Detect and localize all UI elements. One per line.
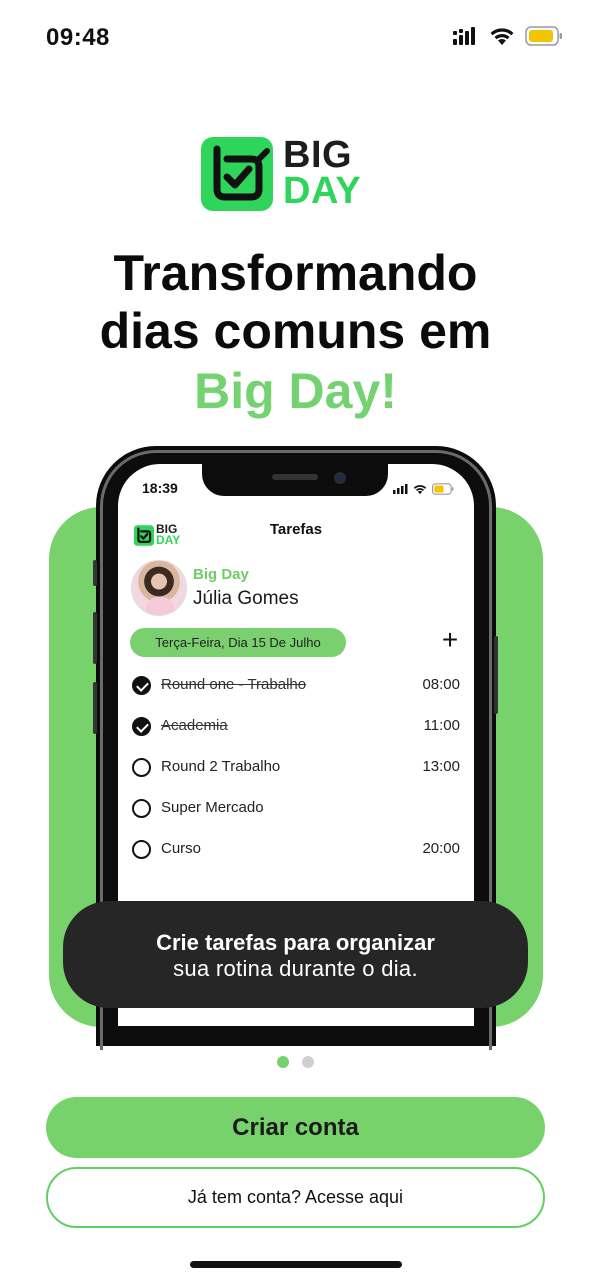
phone-side-button — [93, 682, 97, 734]
logo-text-day: DAY — [283, 170, 362, 212]
wifi-icon — [490, 27, 514, 45]
phone-side-button — [93, 560, 97, 586]
caption-line-2: sua rotina durante o dia. — [173, 956, 418, 981]
headline-line-1: Transformando — [113, 245, 478, 301]
preview-add-task-icon: + — [441, 624, 459, 655]
checked-circle-icon — [132, 717, 151, 736]
empty-circle-icon — [132, 758, 151, 777]
task-time: 11:00 — [423, 717, 460, 734]
preview-status-icons — [393, 483, 454, 495]
list-item: Curso 20:00 — [132, 838, 460, 862]
status-bar: 09:48 — [0, 0, 591, 76]
task-name: Round 2 Trabalho — [161, 758, 281, 775]
wifi-icon — [413, 484, 427, 494]
cellular-signal-icon — [453, 27, 475, 45]
status-icons — [453, 26, 563, 46]
pagination-dot[interactable] — [302, 1056, 314, 1068]
preview-status-time: 18:39 — [142, 480, 178, 496]
big-day-logo-mark-icon — [201, 137, 273, 211]
checked-circle-icon — [132, 676, 151, 695]
task-name: Academia — [161, 717, 228, 734]
empty-circle-icon — [132, 840, 151, 859]
headline: Transformando dias comuns em Big Day! — [0, 244, 591, 420]
big-day-logo: BIG DAY — [201, 134, 391, 213]
phone-side-button — [494, 636, 498, 714]
preview-app-name: Big Day — [193, 566, 249, 583]
task-name: Curso — [161, 840, 202, 857]
task-name: Round one - Trabalho — [161, 676, 307, 693]
task-name: Super Mercado — [161, 799, 264, 816]
onboarding-caption: Crie tarefas para organizar sua rotina d… — [63, 901, 528, 1008]
login-button[interactable]: Já tem conta? Acesse aqui — [46, 1167, 545, 1228]
caption-line-1: Crie tarefas para organizar — [156, 930, 435, 955]
headline-line-2: dias comuns em — [99, 303, 492, 359]
task-time: 13:00 — [422, 758, 460, 775]
phone-speaker — [272, 474, 318, 480]
home-indicator[interactable] — [190, 1261, 402, 1268]
preview-page-title: Tarefas — [269, 521, 323, 538]
logo-text-big: BIG — [283, 134, 353, 176]
pagination-dot-active[interactable] — [277, 1056, 289, 1068]
empty-circle-icon — [132, 799, 151, 818]
preview-date-pill: Terça-Feira, Dia 15 De Julho — [130, 628, 346, 657]
list-item: Academia 11:00 — [132, 715, 460, 739]
phone-side-button — [93, 612, 97, 664]
task-time: 08:00 — [422, 676, 460, 693]
list-item: Super Mercado — [132, 797, 460, 821]
status-time: 09:48 — [46, 24, 110, 51]
list-item: Round 2 Trabalho 13:00 — [132, 756, 460, 780]
list-item: Round one - Trabalho 08:00 — [132, 674, 460, 698]
create-account-button[interactable]: Criar conta — [46, 1097, 545, 1158]
cellular-signal-icon — [393, 484, 408, 494]
task-time: 20:00 — [422, 840, 460, 857]
battery-icon — [432, 483, 454, 495]
headline-accent: Big Day! — [194, 363, 397, 419]
avatar — [131, 560, 187, 616]
battery-icon — [525, 26, 562, 46]
phone-notch — [202, 464, 388, 496]
preview-user-name: Júlia Gomes — [193, 588, 299, 609]
phone-camera — [334, 472, 346, 484]
